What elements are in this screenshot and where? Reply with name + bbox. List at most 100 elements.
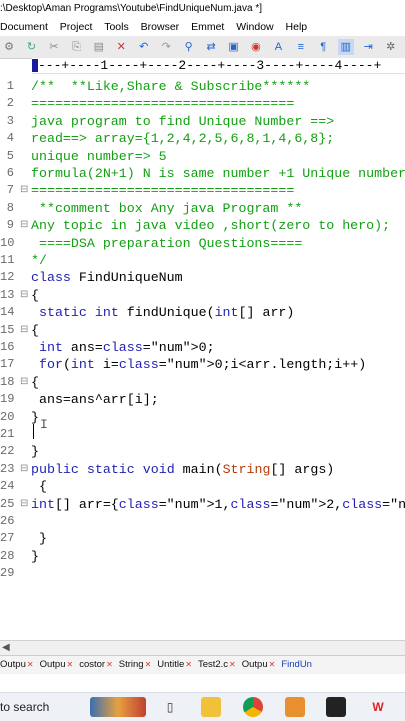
close-tab-icon[interactable]: ✕: [145, 660, 152, 669]
search-icon[interactable]: ⚲: [181, 39, 197, 55]
document-tab[interactable]: String✕: [119, 656, 152, 674]
code-line[interactable]: 9 ⊟ Any topic in java video ,short(zero to…: [0, 217, 405, 234]
undo-icon[interactable]: ↶: [136, 39, 152, 55]
code-line[interactable]: 28}: [0, 548, 405, 565]
line-number: 2: [6, 96, 14, 111]
code-line[interactable]: 26: [0, 513, 405, 530]
code-line[interactable]: 13 ⊟{: [0, 287, 405, 304]
menu-window[interactable]: Window: [236, 21, 273, 33]
wps-icon[interactable]: W: [368, 697, 388, 717]
replace-icon[interactable]: ⇄: [203, 39, 219, 55]
code-line[interactable]: 15 ⊟{: [0, 322, 405, 339]
code-line[interactable]: 12 class FindUniqueNum: [0, 269, 405, 286]
line-number: 23: [0, 461, 15, 476]
goto-icon[interactable]: ◉: [248, 39, 264, 55]
fold-marker-icon[interactable]: ⊟: [20, 322, 28, 339]
code-line[interactable]: 11 */: [0, 252, 405, 269]
fold-marker-icon[interactable]: ⊟: [20, 217, 28, 234]
fold-marker-icon[interactable]: ⊟: [20, 182, 28, 199]
close-tab-icon[interactable]: ✕: [106, 660, 113, 669]
code-line[interactable]: 3 java program to find Unique Number ==>: [0, 113, 405, 130]
desktop-figure-icon[interactable]: [90, 697, 146, 717]
line-number: 20: [0, 409, 15, 424]
code-line[interactable]: 19 ans=ans^arr[i];: [0, 391, 405, 408]
taskbar-search[interactable]: to search: [0, 693, 49, 721]
close-tab-icon[interactable]: ✕: [185, 660, 192, 669]
menu-project[interactable]: Project: [60, 21, 93, 33]
line-number: 11: [0, 253, 15, 267]
code-line[interactable]: 18 ⊟{: [0, 374, 405, 391]
chrome-icon[interactable]: [243, 697, 263, 717]
menu-bar: Document Project Tools Browser Emmet Win…: [0, 18, 405, 36]
code-line[interactable]: 29: [0, 565, 405, 582]
document-tab[interactable]: FindUn: [281, 656, 312, 674]
settings-icon[interactable]: ⚙: [1, 39, 17, 55]
document-tab[interactable]: Untitle✕: [157, 656, 192, 674]
paste-icon[interactable]: ▤: [91, 39, 107, 55]
document-tab[interactable]: Outpu✕: [0, 656, 34, 674]
line-number: 15: [0, 322, 15, 337]
close-tab-icon[interactable]: ✕: [27, 660, 34, 669]
refresh-icon[interactable]: ↻: [23, 39, 39, 55]
close-tab-icon[interactable]: ✕: [229, 660, 236, 669]
code-text: }: [31, 444, 39, 460]
code-line[interactable]: 16 int ans=class="num">0;: [0, 339, 405, 356]
code-line[interactable]: 4 read==> array={1,2,4,2,5,6,8,1,4,6,8};: [0, 130, 405, 147]
menu-tools[interactable]: Tools: [104, 21, 129, 33]
menu-document[interactable]: Document: [0, 21, 48, 33]
fold-marker-icon[interactable]: ⊟: [20, 374, 28, 391]
code-line[interactable]: 8 **comment box Any java Program **: [0, 200, 405, 217]
code-line[interactable]: 7 ⊟ =================================: [0, 182, 405, 199]
fold-marker-icon[interactable]: ⊟: [20, 461, 28, 478]
code-line[interactable]: 25 ⊟ int[] arr={class="num">1,class="num">…: [0, 496, 405, 513]
menu-help[interactable]: Help: [286, 21, 308, 33]
code-line[interactable]: 6 formula(2N+1) N is same number +1 Uniqu…: [0, 165, 405, 182]
task-view-icon[interactable]: ▯: [160, 697, 180, 717]
file-explorer-icon[interactable]: [201, 697, 221, 717]
fold-marker-icon[interactable]: ⊟: [20, 496, 28, 513]
code-text: java program to find Unique Number ==>: [31, 113, 335, 129]
config-icon[interactable]: ✲: [383, 39, 399, 55]
redo-icon[interactable]: ↷: [158, 39, 174, 55]
code-line[interactable]: 10 ====DSA preparation Questions====: [0, 235, 405, 252]
line-number: 13: [0, 287, 15, 302]
menu-emmet[interactable]: Emmet: [191, 21, 224, 33]
code-line[interactable]: 1 /** **Like,Share & Subscribe******: [0, 78, 405, 95]
code-line[interactable]: 21: [0, 426, 405, 443]
code-text: }: [31, 531, 47, 547]
document-tab[interactable]: Outpu✕: [40, 656, 74, 674]
scroll-left-icon[interactable]: ◀: [2, 641, 10, 655]
code-line[interactable]: 14 static int findUnique(int[] arr): [0, 304, 405, 321]
terminal-icon[interactable]: [326, 697, 346, 717]
code-line[interactable]: 23 ⊟ public static void main(String[] args…: [0, 461, 405, 478]
menu-browser[interactable]: Browser: [141, 21, 180, 33]
document-tab[interactable]: Outpu✕: [242, 656, 276, 674]
column-icon[interactable]: ▥: [337, 39, 354, 55]
whitespace-icon[interactable]: ¶: [315, 39, 331, 55]
copy-icon[interactable]: ⎘: [68, 39, 84, 55]
code-text: ====DSA preparation Questions====: [31, 235, 303, 251]
horizontal-scrollbar[interactable]: ◀: [0, 640, 405, 655]
fold-marker-icon[interactable]: ⊟: [20, 287, 28, 304]
close-tab-icon[interactable]: ✕: [269, 660, 276, 669]
code-line[interactable]: 22}: [0, 443, 405, 460]
wrap-icon[interactable]: ≡: [293, 39, 309, 55]
font-icon[interactable]: A: [270, 39, 286, 55]
code-line[interactable]: 5 unique number=> 5: [0, 148, 405, 165]
cut-icon[interactable]: ✂: [46, 39, 62, 55]
editor-icon[interactable]: [285, 697, 305, 717]
delete-icon[interactable]: ✕: [113, 39, 129, 55]
code-line[interactable]: 17 for(int i=class="num">0;i<arr.length;…: [0, 356, 405, 373]
code-text: /** **Like,Share & Subscribe******: [31, 79, 311, 94]
line-number: 6: [6, 166, 14, 180]
code-line[interactable]: 20}: [0, 409, 405, 426]
close-tab-icon[interactable]: ✕: [66, 660, 73, 669]
code-line[interactable]: 24 {: [0, 478, 405, 495]
line-number: 14: [0, 305, 15, 320]
document-tab[interactable]: Test2.c✕: [198, 656, 236, 674]
document-tab[interactable]: costor✕: [79, 656, 113, 674]
code-line[interactable]: 27 }: [0, 530, 405, 547]
find-files-icon[interactable]: ▣: [226, 39, 242, 55]
indent-icon[interactable]: ⇥: [360, 39, 376, 55]
code-line[interactable]: 2 =================================: [0, 95, 405, 112]
